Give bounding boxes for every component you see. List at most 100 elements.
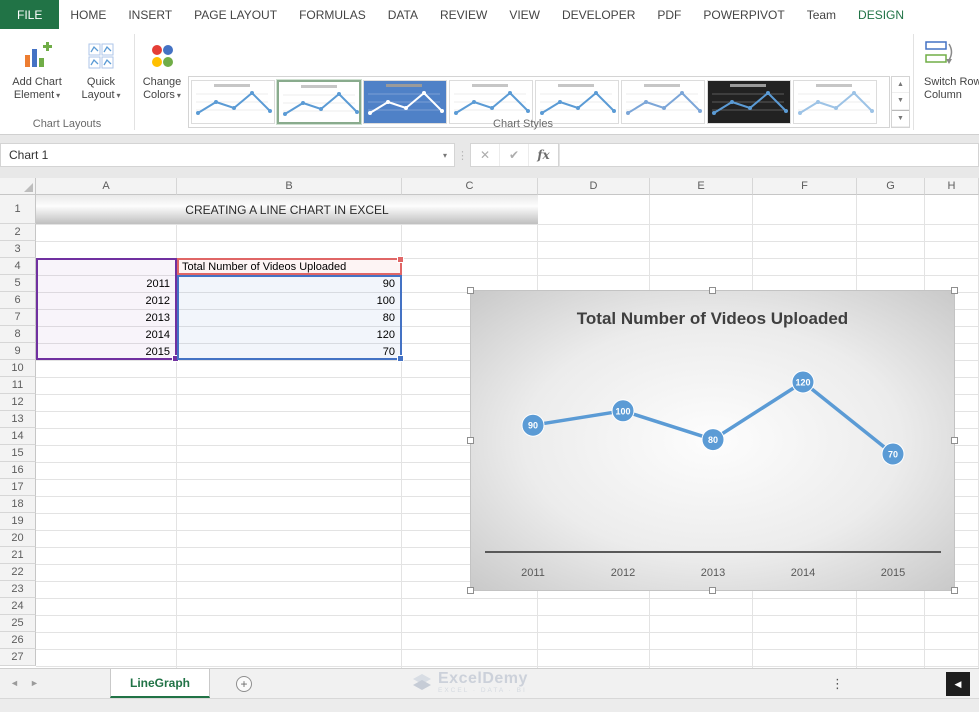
column-header-G[interactable]: G — [857, 178, 925, 195]
name-box-value: Chart 1 — [9, 148, 49, 162]
row-header-6[interactable]: 6 — [0, 292, 36, 309]
row-header-7[interactable]: 7 — [0, 309, 36, 326]
row-header-11[interactable]: 11 — [0, 377, 36, 394]
column-header-B[interactable]: B — [177, 178, 402, 195]
row-header-13[interactable]: 13 — [0, 411, 36, 428]
cell-a6-year[interactable]: 2012 — [36, 292, 175, 309]
group-label-chart-layouts: Chart Layouts — [32, 118, 102, 130]
chart-handle-middle-right[interactable] — [951, 436, 958, 444]
cell-a9-year[interactable]: 2015 — [36, 343, 175, 360]
column-header-D[interactable]: D — [538, 178, 650, 195]
row-header-8[interactable]: 8 — [0, 326, 36, 343]
tab-insert[interactable]: INSERT — [117, 0, 183, 29]
cell-b7-value[interactable]: 80 — [177, 309, 400, 326]
row-header-18[interactable]: 18 — [0, 496, 36, 513]
row-header-3[interactable]: 3 — [0, 241, 36, 258]
cell-a5-year[interactable]: 2011 — [36, 275, 175, 292]
formula-bar-handle[interactable]: ⋮ — [455, 143, 470, 167]
column-header-E[interactable]: E — [650, 178, 753, 195]
name-box[interactable]: Chart 1 ▾ — [0, 143, 455, 167]
gallery-scroll-up-button[interactable]: ▲ — [892, 77, 909, 94]
chart-handle-bottom-right[interactable] — [951, 587, 958, 594]
cell-a8-year[interactable]: 2014 — [36, 326, 175, 343]
row-header-1[interactable]: 1 — [0, 195, 36, 224]
cell-b5-value[interactable]: 90 — [177, 275, 400, 292]
switch-row-column-button[interactable]: Switch Row/Column — [918, 33, 979, 133]
tab-bar-options-icon[interactable]: ⋮ — [831, 676, 844, 692]
ribbon-tab-strip: FILE HOME INSERT PAGE LAYOUT FORMULAS DA… — [0, 0, 979, 29]
gridline — [36, 241, 979, 242]
chart-handle-middle-left[interactable] — [467, 436, 474, 444]
tab-data[interactable]: DATA — [377, 0, 429, 29]
row-header-23[interactable]: 23 — [0, 581, 36, 598]
watermark-tagline: EXCEL · DATA · BI — [438, 687, 527, 694]
tab-team[interactable]: Team — [796, 0, 847, 29]
column-header-C[interactable]: C — [402, 178, 538, 195]
chart-handle-bottom-middle[interactable] — [708, 587, 716, 594]
tab-design[interactable]: DESIGN — [847, 0, 915, 29]
sheet-tab-linegraph[interactable]: LineGraph — [110, 669, 211, 698]
row-header-15[interactable]: 15 — [0, 445, 36, 462]
cell-b8-value[interactable]: 120 — [177, 326, 400, 343]
column-header-A[interactable]: A — [36, 178, 177, 195]
name-box-dropdown-icon[interactable]: ▾ — [443, 151, 454, 160]
row-header-4[interactable]: 4 — [0, 258, 36, 275]
tab-powerpivot[interactable]: POWERPIVOT — [692, 0, 795, 29]
column-header-F[interactable]: F — [753, 178, 857, 195]
horizontal-scrollbar[interactable] — [0, 698, 979, 712]
chart-handle-top-left[interactable] — [467, 287, 474, 294]
formula-buttons: ✕ ✔ fx — [470, 143, 559, 167]
row-header-17[interactable]: 17 — [0, 479, 36, 496]
tab-developer[interactable]: DEVELOPER — [551, 0, 646, 29]
tab-pdf[interactable]: PDF — [646, 0, 692, 29]
row-header-10[interactable]: 10 — [0, 360, 36, 377]
cell-title-a1[interactable]: CREATING A LINE CHART IN EXCEL — [36, 195, 538, 224]
row-header-5[interactable]: 5 — [0, 275, 36, 292]
data-point-label: 90 — [528, 421, 538, 431]
gridline — [36, 666, 979, 667]
gridline — [36, 615, 979, 616]
scroll-left-button[interactable]: ◀ — [946, 672, 970, 696]
chart-handle-top-middle[interactable] — [708, 287, 716, 294]
select-all-button[interactable] — [0, 178, 36, 195]
insert-function-button[interactable]: fx — [529, 144, 558, 166]
sheet-nav-next-icon[interactable]: ► — [30, 678, 39, 688]
exceldemy-watermark: ExcelDemy EXCEL · DATA · BI — [412, 671, 528, 694]
cell-a7-year[interactable]: 2013 — [36, 309, 175, 326]
row-header-26[interactable]: 26 — [0, 632, 36, 649]
enter-button[interactable]: ✔ — [500, 144, 529, 166]
tab-home[interactable]: HOME — [59, 0, 117, 29]
chart-canvas[interactable]: 2011 2012 2013 2014 2015 90 100 80 120 70 — [471, 291, 956, 592]
cancel-button[interactable]: ✕ — [471, 144, 500, 166]
row-header-9[interactable]: 9 — [0, 343, 36, 360]
new-sheet-button[interactable]: + — [236, 676, 252, 692]
cell-b9-value[interactable]: 70 — [177, 343, 400, 360]
tab-view[interactable]: VIEW — [498, 0, 551, 29]
gallery-scroll-down-button[interactable]: ▼ — [892, 93, 909, 110]
row-header-16[interactable]: 16 — [0, 462, 36, 479]
column-header-H[interactable]: H — [925, 178, 979, 195]
row-header-22[interactable]: 22 — [0, 564, 36, 581]
tab-file[interactable]: FILE — [0, 0, 60, 29]
row-header-25[interactable]: 25 — [0, 615, 36, 632]
row-header-21[interactable]: 21 — [0, 547, 36, 564]
row-header-2[interactable]: 2 — [0, 224, 36, 241]
sheet-nav-prev-icon[interactable]: ◄ — [10, 678, 19, 688]
tab-page-layout[interactable]: PAGE LAYOUT — [183, 0, 288, 29]
row-header-24[interactable]: 24 — [0, 598, 36, 615]
formula-input[interactable] — [559, 143, 979, 167]
tab-review[interactable]: REVIEW — [429, 0, 498, 29]
gridline — [36, 598, 979, 599]
gridline — [36, 258, 979, 259]
row-header-14[interactable]: 14 — [0, 428, 36, 445]
tab-formulas[interactable]: FORMULAS — [288, 0, 377, 29]
chart-handle-top-right[interactable] — [951, 287, 958, 294]
row-header-12[interactable]: 12 — [0, 394, 36, 411]
cell-b6-value[interactable]: 100 — [177, 292, 400, 309]
row-header-19[interactable]: 19 — [0, 513, 36, 530]
chart-handle-bottom-left[interactable] — [467, 587, 474, 594]
cell-b4-series-header[interactable]: Total Number of Videos Uploaded — [180, 258, 399, 275]
row-header-20[interactable]: 20 — [0, 530, 36, 547]
row-header-27[interactable]: 27 — [0, 649, 36, 666]
chart-object[interactable]: Total Number of Videos Uploaded 2011 2012… — [467, 287, 958, 594]
